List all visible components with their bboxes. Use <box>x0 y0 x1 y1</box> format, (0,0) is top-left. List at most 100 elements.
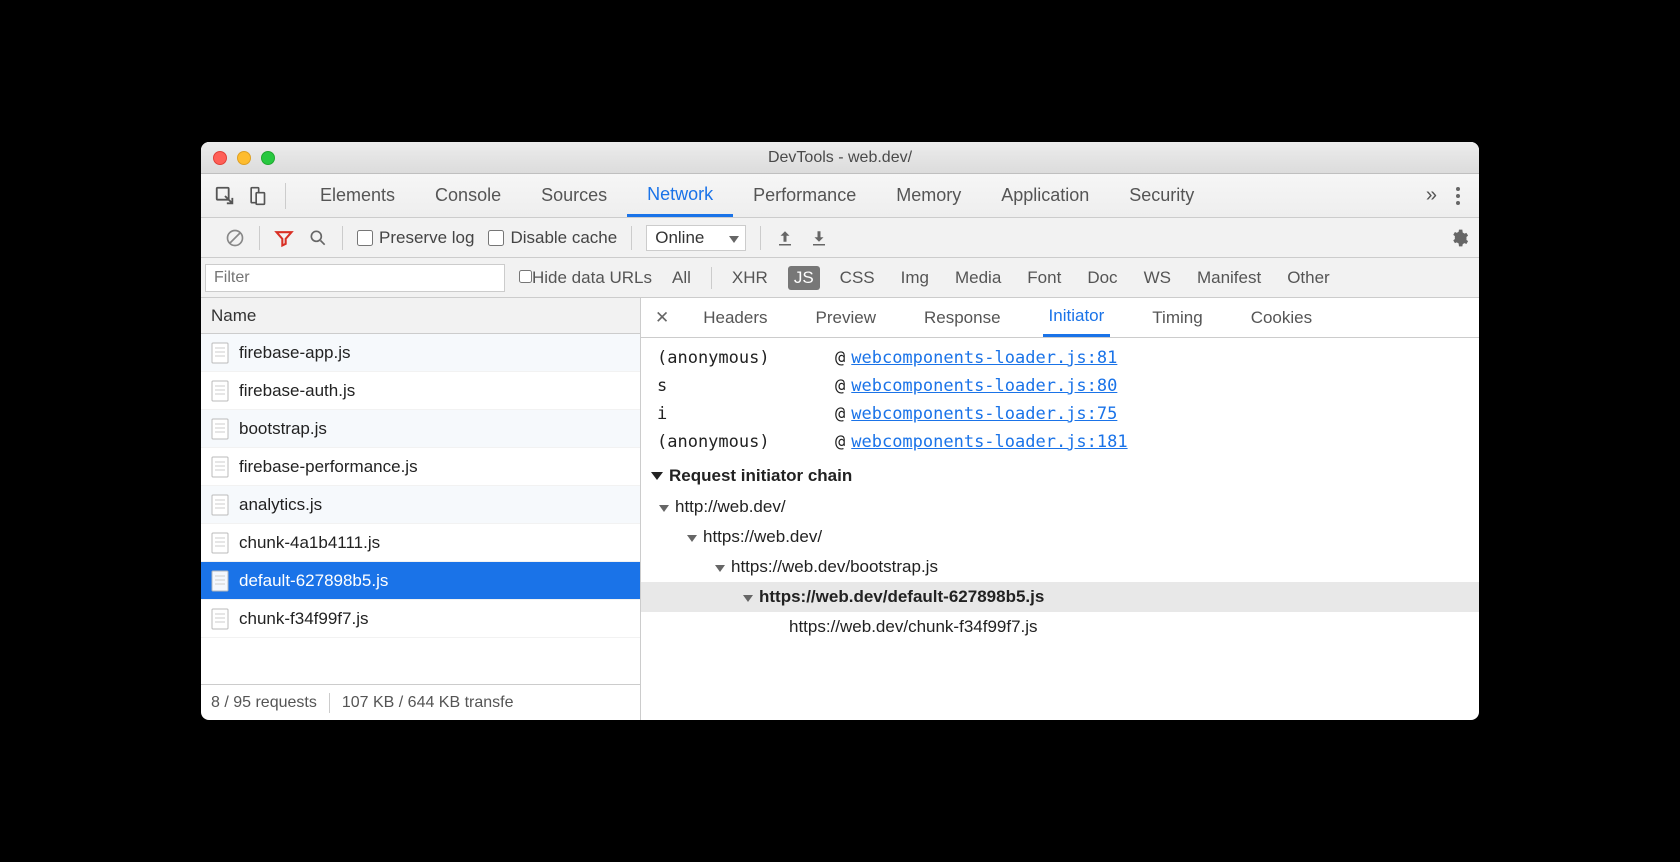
initiator-chain-title: Request initiator chain <box>669 466 852 486</box>
initiator-chain-row[interactable]: https://web.dev/chunk-f34f99f7.js <box>641 612 1479 642</box>
stack-function: s <box>657 376 835 396</box>
tab-security[interactable]: Security <box>1109 174 1214 217</box>
disable-cache-label: Disable cache <box>510 228 617 248</box>
clear-icon[interactable] <box>225 228 245 248</box>
filter-type-js[interactable]: JS <box>788 266 820 290</box>
overflow-tabs-icon[interactable]: » <box>1426 184 1437 207</box>
throttling-value: Online <box>655 228 704 247</box>
request-count: 8 / 95 requests <box>211 694 317 712</box>
tab-network[interactable]: Network <box>627 174 733 217</box>
filter-type-all[interactable]: All <box>666 266 697 290</box>
initiator-chain-row[interactable]: https://web.dev/default-627898b5.js <box>641 582 1479 612</box>
request-name: chunk-4a1b4111.js <box>239 533 380 553</box>
detail-tabs: ✕ Headers Preview Response Initiator Timing C… <box>641 298 1479 338</box>
tab-console[interactable]: Console <box>415 174 521 217</box>
request-name: firebase-app.js <box>239 343 351 363</box>
title-bar: DevTools - web.dev/ <box>201 142 1479 174</box>
tab-performance[interactable]: Performance <box>733 174 876 217</box>
stack-source-link[interactable]: webcomponents-loader.js:80 <box>851 376 1117 396</box>
tab-sources[interactable]: Sources <box>521 174 627 217</box>
tab-memory[interactable]: Memory <box>876 174 981 217</box>
request-row[interactable]: analytics.js <box>201 486 640 524</box>
request-name: firebase-performance.js <box>239 457 418 477</box>
file-icon <box>211 570 229 592</box>
filter-type-img[interactable]: Img <box>895 266 935 290</box>
filter-type-other[interactable]: Other <box>1281 266 1336 290</box>
dropdown-icon <box>721 228 739 248</box>
download-har-icon[interactable] <box>809 229 829 247</box>
main-tab-bar: ElementsConsoleSourcesNetworkPerformance… <box>201 174 1479 218</box>
request-name: default-627898b5.js <box>239 571 388 591</box>
device-toolbar-icon[interactable] <box>243 182 271 210</box>
request-row[interactable]: firebase-performance.js <box>201 448 640 486</box>
request-name: analytics.js <box>239 495 322 515</box>
filter-type-css[interactable]: CSS <box>834 266 881 290</box>
stack-frame: (anonymous)@webcomponents-loader.js:81 <box>641 344 1479 372</box>
filter-input[interactable] <box>205 264 505 292</box>
request-list[interactable]: firebase-app.js firebase-auth.jsbootstrap… <box>201 334 640 684</box>
detail-tab-response[interactable]: Response <box>918 298 1007 337</box>
file-icon <box>211 608 229 630</box>
detail-tab-preview[interactable]: Preview <box>810 298 882 337</box>
file-icon <box>211 494 229 516</box>
upload-har-icon[interactable] <box>775 229 795 247</box>
network-toolbar: Preserve log Disable cache Online <box>201 218 1479 258</box>
hide-data-urls-checkbox[interactable]: Hide data URLs <box>519 268 652 288</box>
expand-icon <box>743 587 753 607</box>
filter-bar: Hide data URLs All XHR JS CSS Img Media Font Do… <box>201 258 1479 298</box>
initiator-detail: (anonymous)@webcomponents-loader.js:81s@… <box>641 338 1479 720</box>
detail-tab-cookies[interactable]: Cookies <box>1245 298 1318 337</box>
detail-tab-initiator[interactable]: Initiator <box>1043 298 1111 337</box>
settings-gear-icon[interactable] <box>1449 227 1469 249</box>
filter-type-ws[interactable]: WS <box>1138 266 1177 290</box>
request-row[interactable]: bootstrap.js <box>201 410 640 448</box>
stack-source-link[interactable]: webcomponents-loader.js:81 <box>851 348 1117 368</box>
detail-tab-timing[interactable]: Timing <box>1146 298 1208 337</box>
close-detail-icon[interactable]: ✕ <box>655 308 669 328</box>
stack-frame: (anonymous)@webcomponents-loader.js:181 <box>641 428 1479 456</box>
inspect-element-icon[interactable] <box>211 182 239 210</box>
file-icon <box>211 418 229 440</box>
column-header-name[interactable]: Name <box>201 298 640 334</box>
request-row[interactable]: firebase-auth.js <box>201 372 640 410</box>
stack-frame: s@webcomponents-loader.js:80 <box>641 372 1479 400</box>
chain-url: https://web.dev/default-627898b5.js <box>759 587 1044 607</box>
initiator-chain-row[interactable]: http://web.dev/ <box>641 492 1479 522</box>
filter-type-doc[interactable]: Doc <box>1081 266 1123 290</box>
initiator-chain-row[interactable]: https://web.dev/bootstrap.js <box>641 552 1479 582</box>
stack-function: i <box>657 404 835 424</box>
filter-type-font[interactable]: Font <box>1021 266 1067 290</box>
request-row[interactable]: firebase-app.js <box>201 334 640 372</box>
throttling-select[interactable]: Online <box>646 225 746 251</box>
divider <box>259 226 260 250</box>
request-list-panel: Name firebase-app.js firebase-auth.jsboot… <box>201 298 641 720</box>
search-icon[interactable] <box>308 228 328 248</box>
filter-type-manifest[interactable]: Manifest <box>1191 266 1267 290</box>
disable-cache-checkbox[interactable]: Disable cache <box>488 228 617 248</box>
tab-application[interactable]: Application <box>981 174 1109 217</box>
filter-type-media[interactable]: Media <box>949 266 1007 290</box>
preserve-log-checkbox[interactable]: Preserve log <box>357 228 474 248</box>
tab-elements[interactable]: Elements <box>300 174 415 217</box>
stack-frame: i@webcomponents-loader.js:75 <box>641 400 1479 428</box>
detail-tab-headers[interactable]: Headers <box>697 298 773 337</box>
status-bar: 8 / 95 requests 107 KB / 644 KB transfe <box>201 684 640 720</box>
divider <box>760 226 761 250</box>
divider <box>342 226 343 250</box>
initiator-chain-row[interactable]: https://web.dev/ <box>641 522 1479 552</box>
stack-source-link[interactable]: webcomponents-loader.js:75 <box>851 404 1117 424</box>
request-row[interactable]: default-627898b5.js <box>201 562 640 600</box>
chain-url: http://web.dev/ <box>675 497 786 517</box>
initiator-chain-header[interactable]: Request initiator chain <box>641 456 1479 492</box>
filter-type-xhr[interactable]: XHR <box>726 266 774 290</box>
chain-url: https://web.dev/ <box>703 527 822 547</box>
expand-icon <box>687 527 697 547</box>
request-name: chunk-f34f99f7.js <box>239 609 368 629</box>
stack-function: (anonymous) <box>657 432 835 452</box>
request-row[interactable]: chunk-f34f99f7.js <box>201 600 640 638</box>
stack-source-link[interactable]: webcomponents-loader.js:181 <box>851 432 1127 452</box>
request-row[interactable]: chunk-4a1b4111.js <box>201 524 640 562</box>
filter-icon[interactable] <box>274 228 294 248</box>
file-icon <box>211 532 229 554</box>
kebab-menu-icon[interactable] <box>1455 186 1461 206</box>
